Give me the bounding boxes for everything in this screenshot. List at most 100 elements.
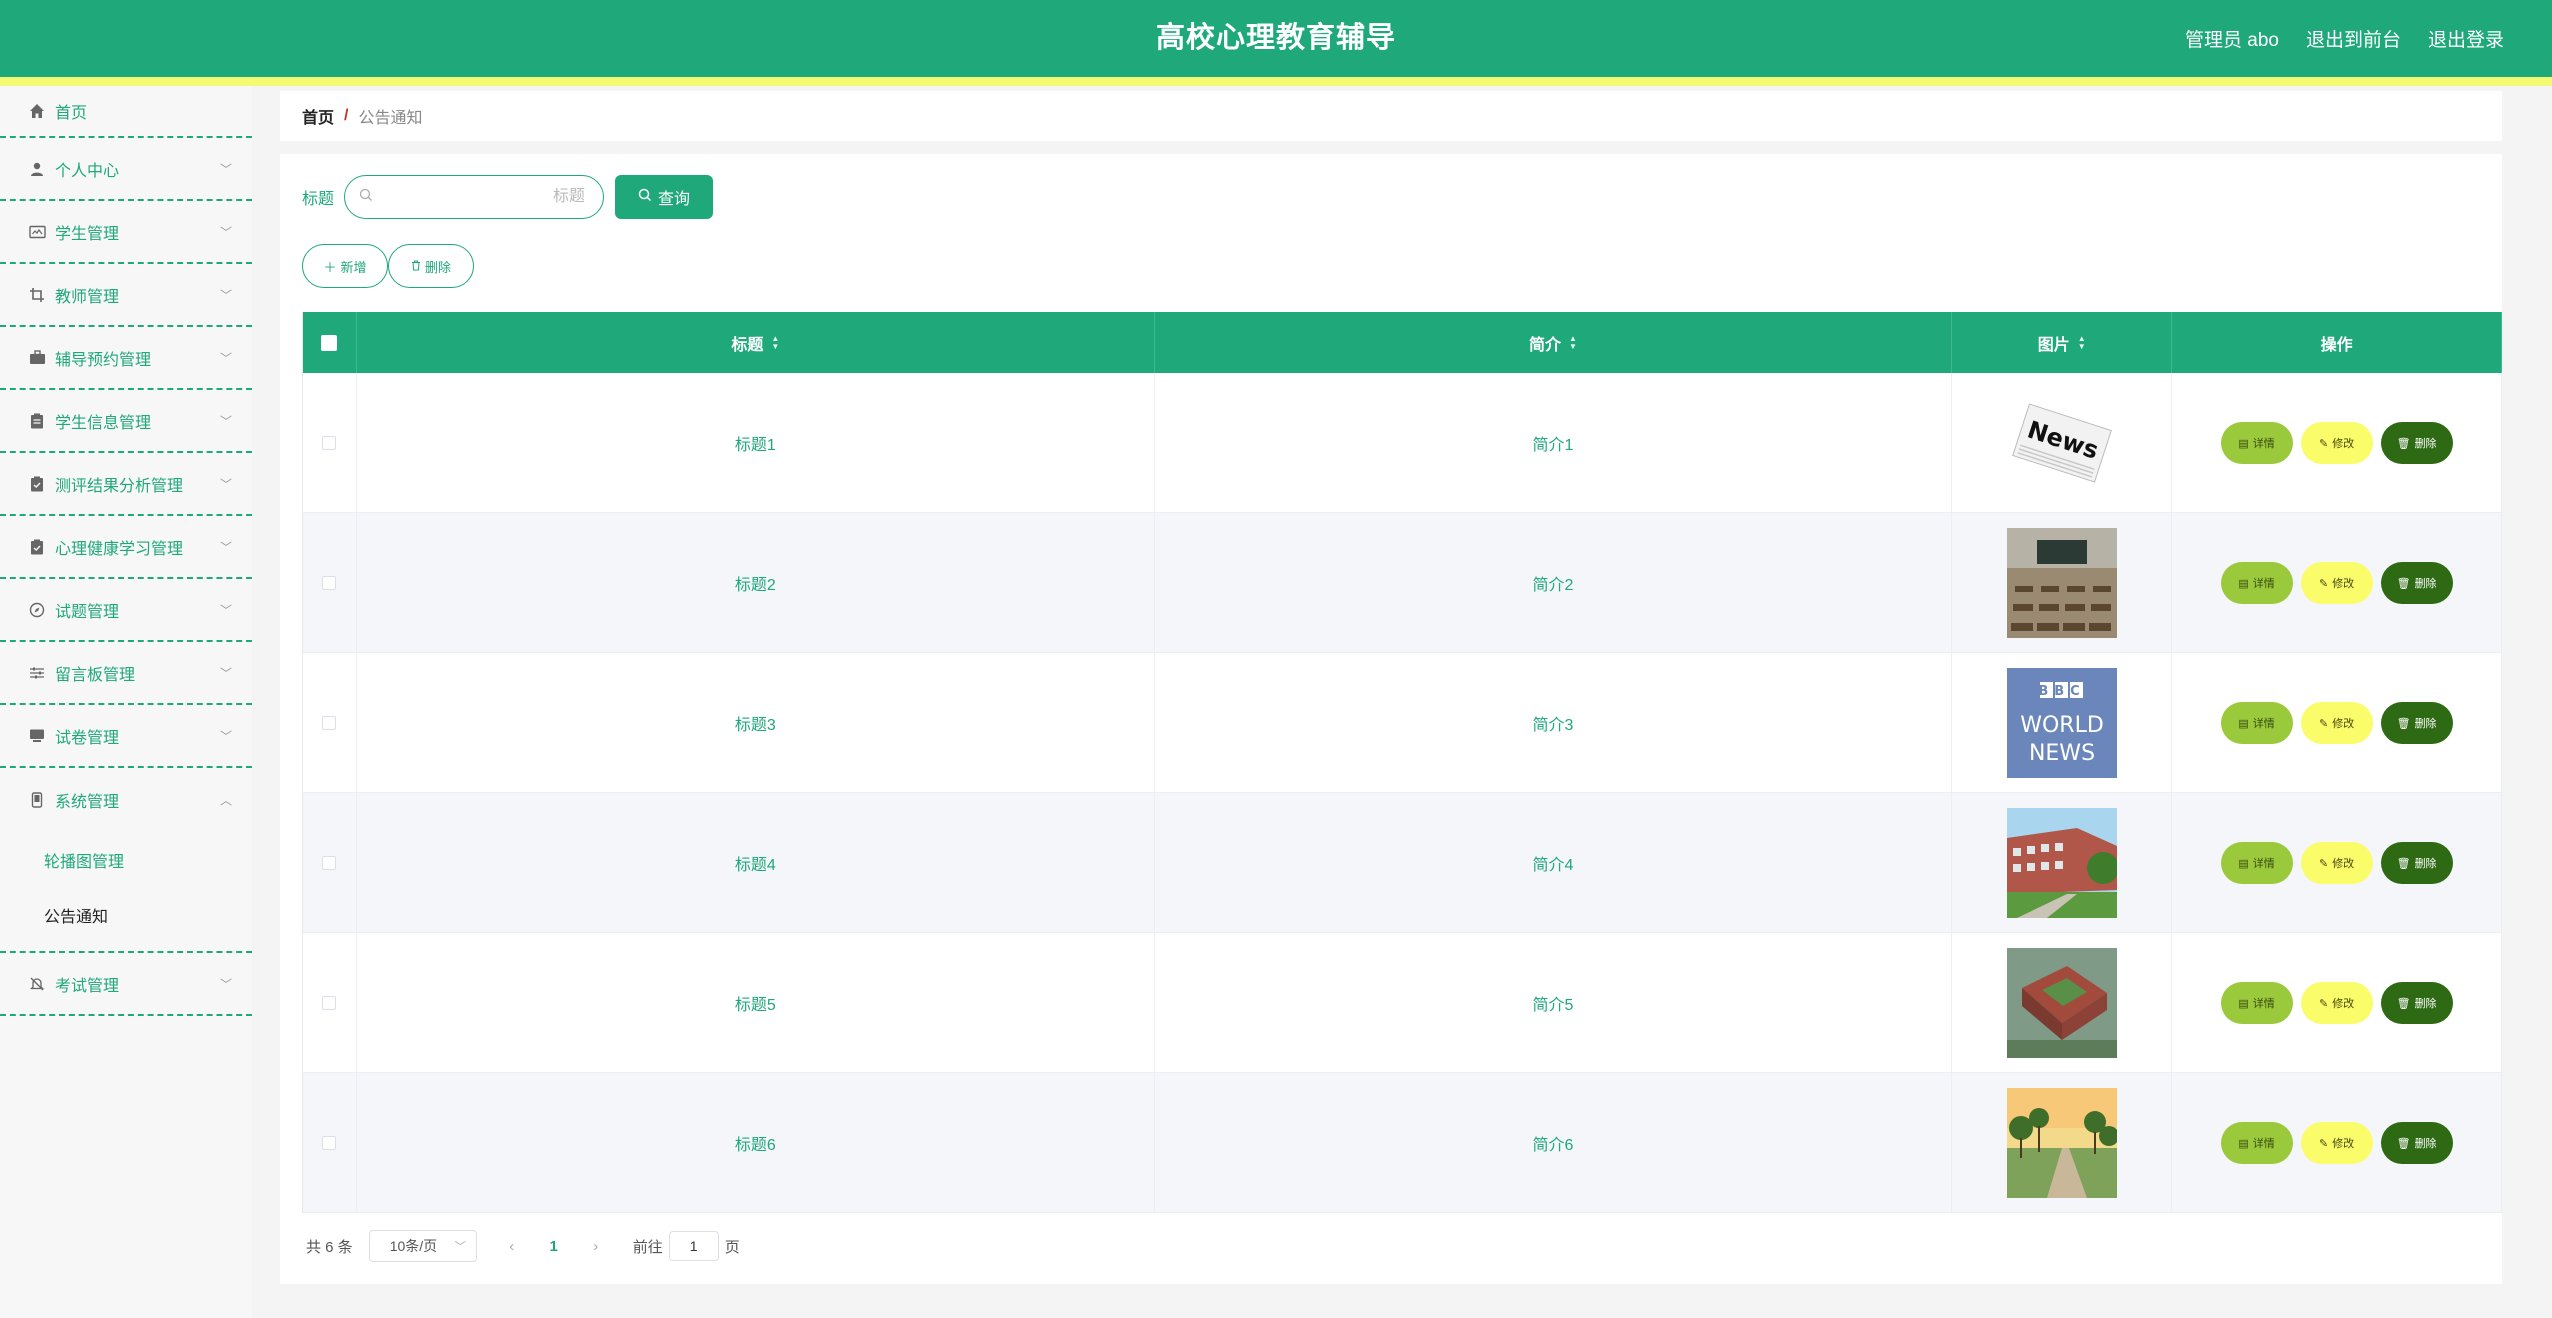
chevron-down-icon: ﹀ [219,414,232,428]
add-button-label: 新增 [340,259,367,275]
detail-label: 详情 [2252,578,2275,590]
delete-button[interactable]: 🗑 删除 [2380,842,2453,884]
campus-building-thumbnail[interactable] [2006,808,2117,918]
delete-button[interactable]: 🗑 删除 [2380,982,2453,1024]
column-header-label: 图片 [2037,336,2070,354]
table-row: 标题3 简介3 BBC WORLD NEWS ▤ 详情 ✎ 修改 🗑 删除 [303,653,2502,793]
sidebar-item-assessment-analysis[interactable]: 测评结果分析管理 ﹀ [0,453,252,516]
row-checkbox[interactable] [322,576,337,590]
column-header-intro[interactable]: 简介 ▲ ▼ [1155,312,1953,373]
breadcrumb-current: 公告通知 [358,110,423,127]
actions-cell: ▤ 详情 ✎ 修改 🗑 删除 [2172,933,2502,1073]
edit-button[interactable]: ✎ 修改 [2300,982,2373,1024]
document-icon: ▤ [2238,857,2249,870]
campus-aerial-thumbnail[interactable] [2006,948,2117,1058]
detail-button[interactable]: ▤ 详情 [2220,982,2293,1024]
column-header-title[interactable]: 标题 ▲ ▼ [357,312,1155,373]
detail-button[interactable]: ▤ 详情 [2220,842,2293,884]
goto-page-input[interactable] [668,1231,719,1261]
chevron-down-icon: ﹀ [219,225,232,239]
row-select-cell [303,513,357,653]
title-cell: 标题3 [357,653,1155,793]
search-input[interactable] [373,188,586,206]
column-header-label: 标题 [731,336,764,354]
edit-button[interactable]: ✎ 修改 [2300,702,2373,744]
sidebar-item-personal-center[interactable]: 个人中心 ﹀ [0,138,252,201]
sidebar-item-student-management[interactable]: 学生管理 ﹀ [0,201,252,264]
sidebar-item-system-management[interactable]: 系统管理 ︿ [0,768,252,831]
chevron-down-icon: ﹀ [454,1241,466,1253]
document-icon: ▤ [2238,1137,2249,1150]
edit-button[interactable]: ✎ 修改 [2300,842,2373,884]
edit-button[interactable]: ✎ 修改 [2300,422,2373,464]
sidebar-subitem-carousel[interactable]: 轮播图管理 [0,835,252,890]
sidebar-item-mental-health-learning[interactable]: 心理健康学习管理 ﹀ [0,516,252,579]
app-title: 高校心理教育辅导 [1155,22,1396,54]
sidebar-item-label: 试卷管理 [55,729,120,747]
edit-button[interactable]: ✎ 修改 [2300,1122,2373,1164]
delete-button[interactable]: 🗑 删除 [2380,422,2453,464]
column-header-image[interactable]: 图片 ▲ ▼ [1952,312,2173,373]
chevron-down-icon: ﹀ [219,666,232,680]
classroom-thumbnail[interactable] [2006,528,2117,638]
delete-button[interactable]: 🗑 删除 [2380,1122,2453,1164]
sidebar-item-home[interactable]: 首页 [0,86,252,138]
detail-button[interactable]: ▤ 详情 [2220,1122,2293,1164]
trash-icon: 🗑 [2396,717,2411,730]
row-checkbox[interactable] [322,716,337,730]
row-checkbox[interactable] [322,996,337,1010]
sidebar-item-paper-management[interactable]: 试卷管理 ﹀ [0,705,252,768]
chevron-down-icon: ﹀ [219,477,232,491]
delete-button[interactable]: 🗑 删除 [2380,702,2453,744]
page-number-current[interactable]: 1 [527,1238,581,1255]
sidebar-item-appointment-management[interactable]: 辅导预约管理 ﹀ [0,327,252,390]
detail-button[interactable]: ▤ 详情 [2220,702,2293,744]
query-button[interactable]: 查询 [615,175,714,219]
exit-to-front-link[interactable]: 退出到前台 [2306,25,2401,52]
title-cell: 标题2 [357,513,1155,653]
detail-button[interactable]: ▤ 详情 [2220,562,2293,604]
select-all-checkbox[interactable] [321,334,338,351]
row-checkbox[interactable] [322,436,337,450]
query-button-label: 查询 [658,191,691,208]
sort-icon: ▲ ▼ [2077,333,2086,351]
row-select-cell [303,373,357,513]
search-box[interactable] [344,175,605,219]
next-page-button[interactable]: › [581,1238,611,1255]
logout-link[interactable]: 退出登录 [2428,25,2504,52]
news-thumbnail[interactable]: News [2006,388,2117,498]
trash-icon: 🗑 [2396,857,2411,870]
sidebar-item-exam-management[interactable]: 考试管理 ﹀ [0,953,252,1016]
edit-button[interactable]: ✎ 修改 [2300,562,2373,604]
row-checkbox[interactable] [322,1136,337,1150]
breadcrumb-home[interactable]: 首页 [302,104,334,128]
sidebar-item-label: 学生管理 [55,225,120,243]
bbc-world-text: WORLD [2020,713,2104,738]
bbc-thumbnail[interactable]: BBC WORLD NEWS [2006,668,2117,778]
chevron-down-icon: ﹀ [219,288,232,302]
sidebar-item-label: 学生信息管理 [55,414,152,432]
search-icon [359,188,373,207]
sidebar-subitem-announcement[interactable]: 公告通知 [0,890,252,945]
sidebar-item-label: 首页 [55,105,88,122]
sidebar-item-student-info-management[interactable]: 学生信息管理 ﹀ [0,390,252,453]
sidebar-item-question-management[interactable]: 试题管理 ﹀ [0,579,252,642]
row-checkbox[interactable] [322,856,337,870]
delete-label: 删除 [2414,438,2437,450]
search-icon [638,188,652,207]
campus-trees-thumbnail[interactable] [2006,1088,2117,1198]
admin-user-link[interactable]: 管理员 abo [2185,25,2279,52]
edit-label: 修改 [2332,438,2355,450]
sidebar-item-teacher-management[interactable]: 教师管理 ﹀ [0,264,252,327]
detail-button[interactable]: ▤ 详情 [2220,422,2293,464]
chevron-down-icon: ﹀ [219,351,232,365]
pagination-total: 共 6 条 [306,1238,353,1256]
table-row: 标题2 简介2 ▤ 详情 ✎ 修改 🗑 删除 [303,513,2502,653]
page-size-select[interactable]: 10条/页 ﹀ [368,1230,477,1262]
delete-button[interactable]: 🗑 删除 [2380,562,2453,604]
prev-page-button[interactable]: ‹ [497,1238,527,1255]
phone-icon [28,791,46,809]
sidebar-item-message-board[interactable]: 留言板管理 ﹀ [0,642,252,705]
batch-delete-button[interactable]: 删除 [388,244,474,288]
add-button[interactable]: ＋ 新增 [302,244,388,288]
